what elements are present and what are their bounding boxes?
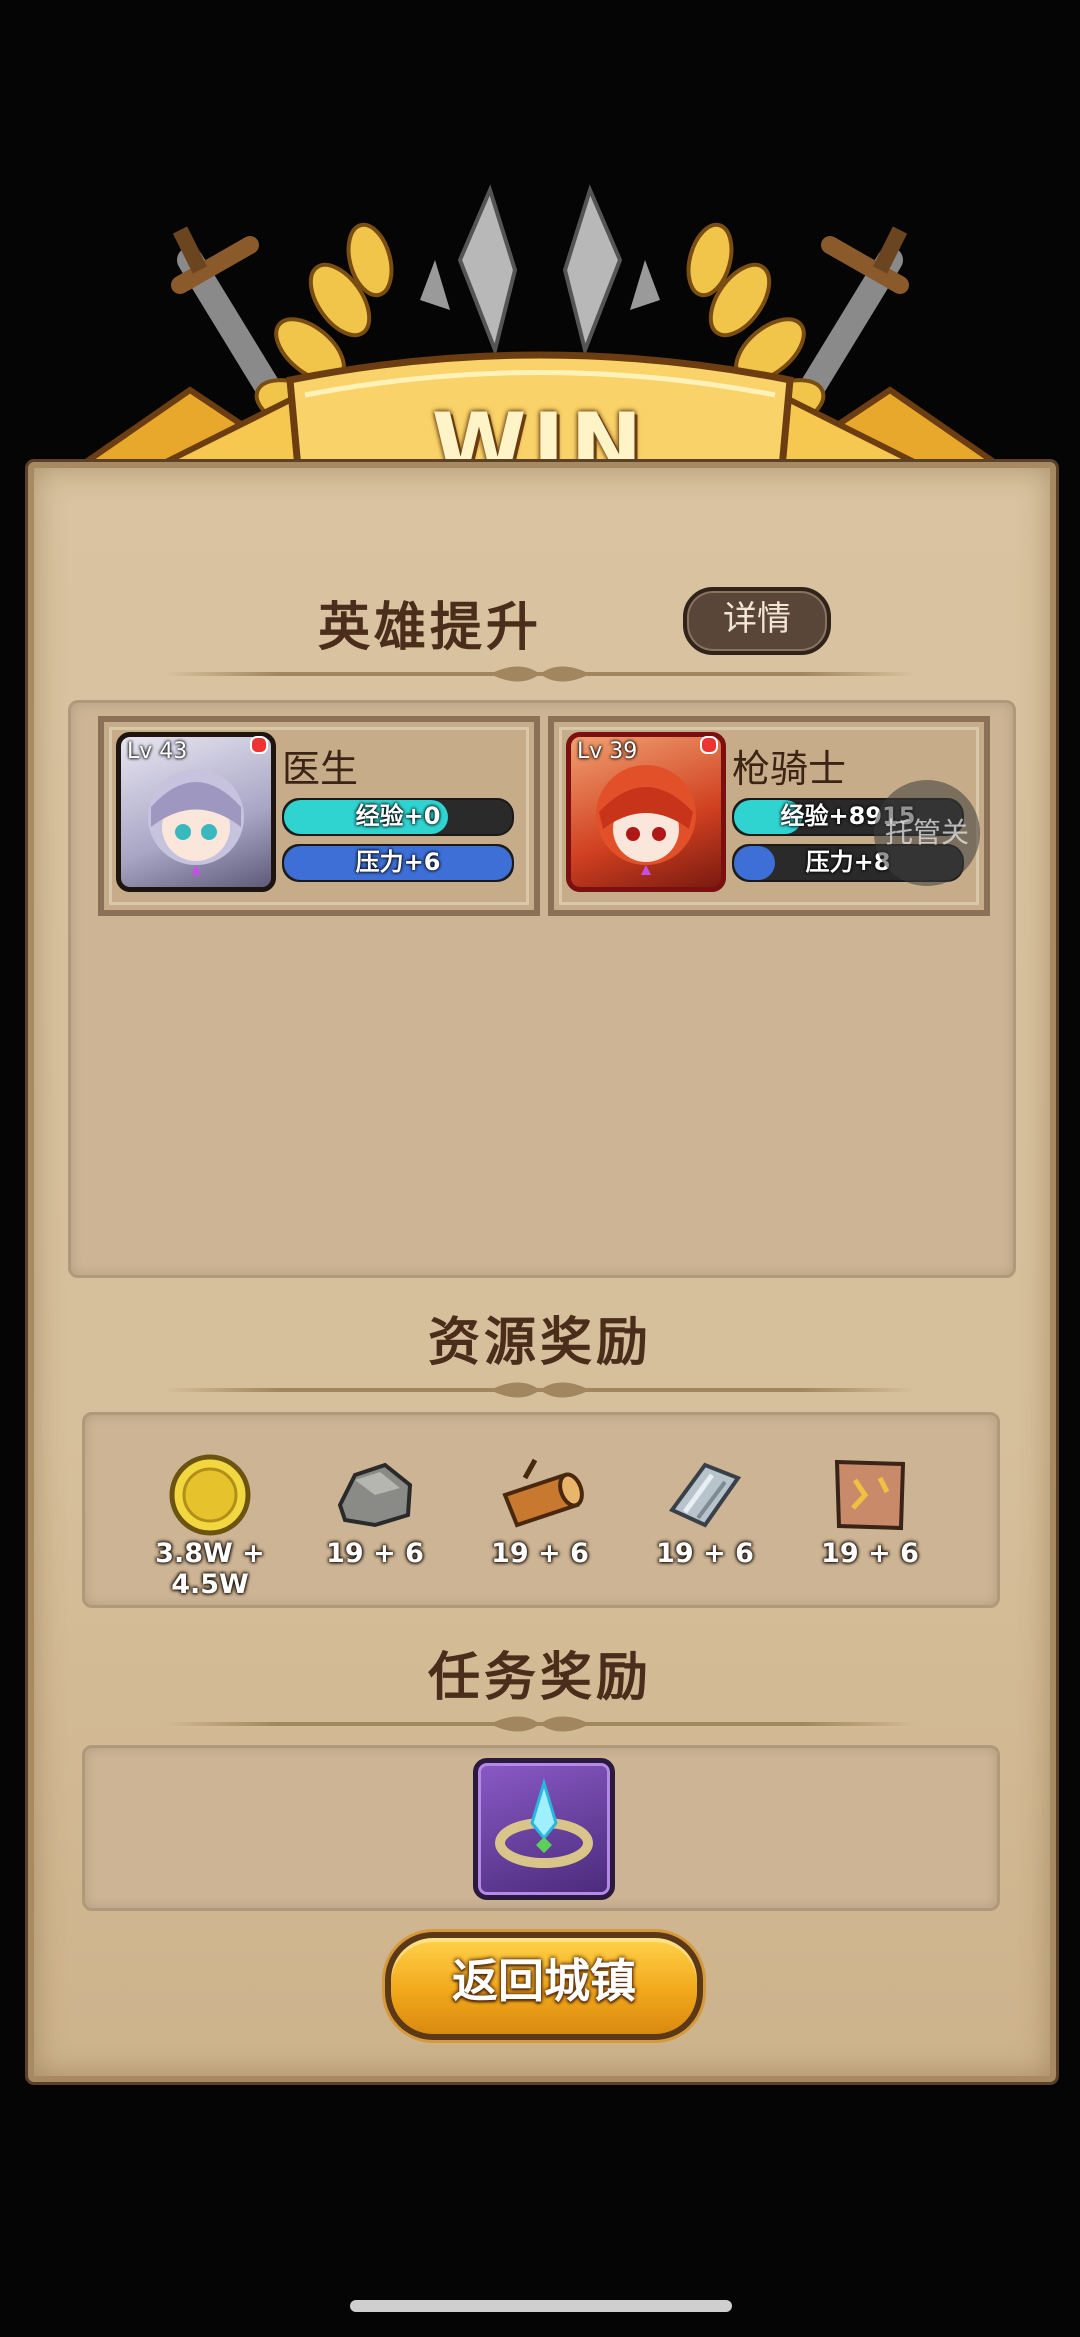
resource-amount: 19 + 6 (326, 1538, 424, 1569)
return-to-town-button[interactable]: 返回城镇 (385, 1932, 703, 2040)
divider-ornament (490, 666, 590, 682)
resource-amount: 19 + 6 (491, 1538, 589, 1569)
resource-amount: 3.8W + 4.5W (155, 1538, 265, 1600)
hero-level: Lv 39 (577, 739, 638, 764)
stress-bar: 压力+6 (282, 844, 514, 882)
hero-card-doctor[interactable]: Lv 43 医生 经验+0 压力+6 (98, 716, 540, 916)
iron-ingot-icon (668, 1462, 742, 1528)
resource-item-leather: 19 + 6 (785, 1450, 955, 1580)
leather-icon (834, 1459, 906, 1531)
resource-amount: 19 + 6 (821, 1538, 919, 1569)
hero-name: 医生 (282, 747, 359, 791)
hero-level: Lv 43 (127, 739, 188, 764)
hero-portrait: Lv 39 (566, 732, 726, 892)
resource-item-stone: 19 + 6 (290, 1450, 460, 1580)
exp-bar: 经验+0 (282, 798, 514, 836)
hero-portrait: Lv 43 (116, 732, 276, 892)
quest-reward-slot[interactable] (473, 1758, 615, 1900)
stone-icon (337, 1462, 413, 1528)
notification-dot (700, 736, 718, 754)
resource-item-gold: 3.8W + 4.5W (125, 1450, 295, 1600)
wood-log-icon (502, 1458, 584, 1528)
exp-bar-text: 经验+0 (355, 802, 441, 830)
resource-amount: 19 + 6 (656, 1538, 754, 1569)
resource-item-wood: 19 + 6 (455, 1450, 625, 1580)
resource-item-iron: 19 + 6 (620, 1450, 790, 1580)
divider-ornament (490, 1382, 590, 1398)
crystal-ring-icon (495, 1777, 593, 1868)
hero-name: 枪骑士 (732, 747, 847, 791)
divider-ornament (490, 1716, 590, 1732)
detail-button[interactable]: 详情 (683, 587, 831, 655)
stress-bar-text: 压力+6 (355, 848, 441, 876)
notification-dot (250, 736, 268, 754)
quest-section-title: 任务奖励 (427, 1648, 652, 1708)
resource-section-title: 资源奖励 (427, 1313, 652, 1373)
gold-coin-icon (169, 1454, 251, 1536)
auto-manage-button[interactable]: 托管关 (874, 780, 980, 886)
home-indicator[interactable] (350, 2300, 732, 2312)
